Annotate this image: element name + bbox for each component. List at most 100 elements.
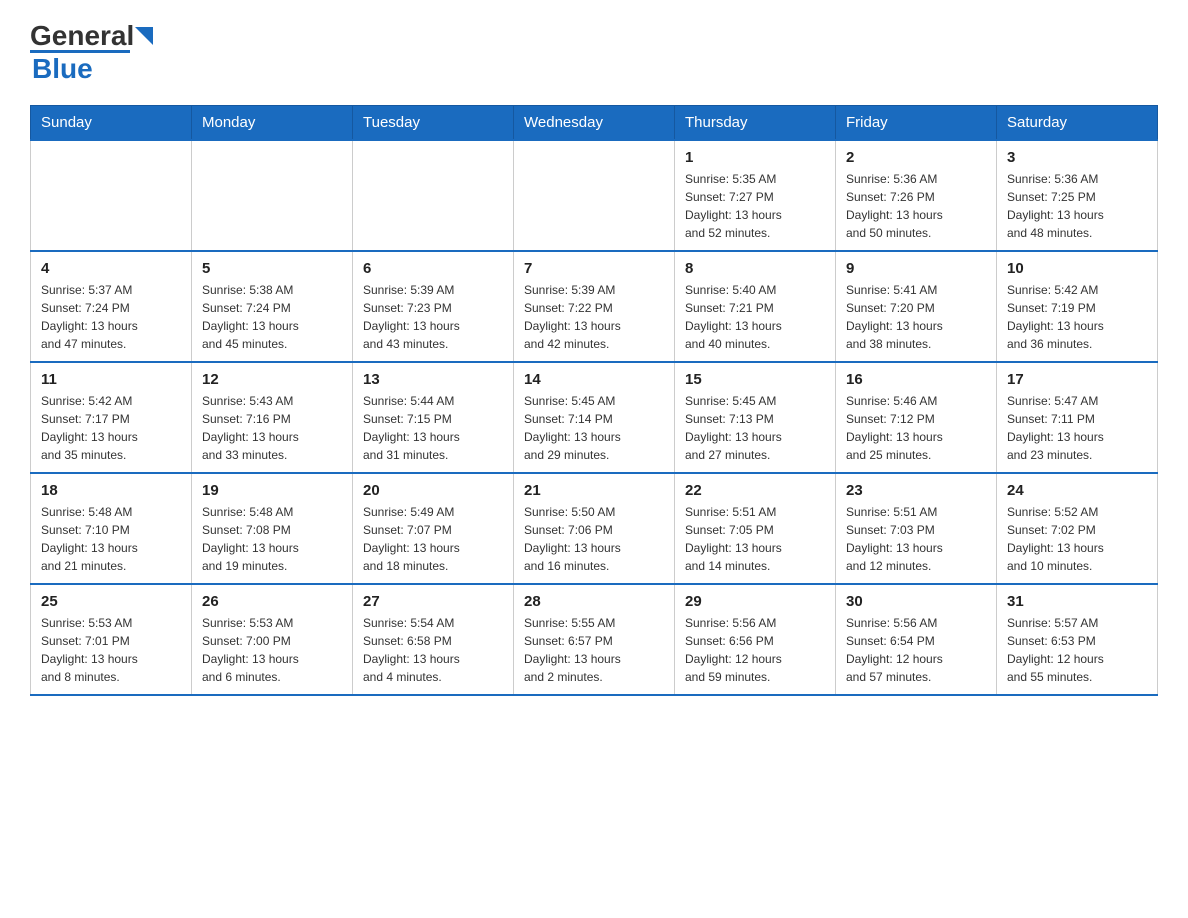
weekday-header-friday: Friday <box>836 106 997 141</box>
calendar-cell: 1 Sunrise: 5:35 AM Sunset: 7:27 PM Daylig… <box>675 140 836 251</box>
calendar-cell: 24 Sunrise: 5:52 AM Sunset: 7:02 PM Dayli… <box>997 473 1158 584</box>
day-info: Sunrise: 5:50 AM Sunset: 7:06 PM Dayligh… <box>524 503 664 575</box>
calendar-cell: 16 Sunrise: 5:46 AM Sunset: 7:12 PM Dayli… <box>836 362 997 473</box>
calendar-week-3: 11Sunrise: 5:42 AM Sunset: 7:17 PM Dayli… <box>31 362 1158 473</box>
calendar-cell: 6 Sunrise: 5:39 AM Sunset: 7:23 PM Daylig… <box>353 251 514 362</box>
day-info: Sunrise: 5:47 AM Sunset: 7:11 PM Dayligh… <box>1007 392 1147 464</box>
day-info: Sunrise: 5:44 AM Sunset: 7:15 PM Dayligh… <box>363 392 503 464</box>
calendar-cell: 2 Sunrise: 5:36 AM Sunset: 7:26 PM Daylig… <box>836 140 997 251</box>
day-info: Sunrise: 5:46 AM Sunset: 7:12 PM Dayligh… <box>846 392 986 464</box>
calendar-cell: 11Sunrise: 5:42 AM Sunset: 7:17 PM Dayli… <box>31 362 192 473</box>
calendar-cell: 28 Sunrise: 5:55 AM Sunset: 6:57 PM Dayli… <box>514 584 675 695</box>
day-number: 18 <box>41 482 181 499</box>
calendar-cell: 19 Sunrise: 5:48 AM Sunset: 7:08 PM Dayli… <box>192 473 353 584</box>
day-info: Sunrise: 5:53 AM Sunset: 7:01 PM Dayligh… <box>41 614 181 686</box>
day-number: 2 <box>846 149 986 166</box>
calendar-week-5: 25 Sunrise: 5:53 AM Sunset: 7:01 PM Dayli… <box>31 584 1158 695</box>
day-number: 27 <box>363 593 503 610</box>
calendar-cell: 22 Sunrise: 5:51 AM Sunset: 7:05 PM Dayli… <box>675 473 836 584</box>
calendar-cell: 18 Sunrise: 5:48 AM Sunset: 7:10 PM Dayli… <box>31 473 192 584</box>
day-number: 31 <box>1007 593 1147 610</box>
day-number: 15 <box>685 371 825 388</box>
day-info: Sunrise: 5:54 AM Sunset: 6:58 PM Dayligh… <box>363 614 503 686</box>
day-info: Sunrise: 5:49 AM Sunset: 7:07 PM Dayligh… <box>363 503 503 575</box>
calendar-cell: 7 Sunrise: 5:39 AM Sunset: 7:22 PM Daylig… <box>514 251 675 362</box>
calendar-cell: 26 Sunrise: 5:53 AM Sunset: 7:00 PM Dayli… <box>192 584 353 695</box>
calendar-cell: 14 Sunrise: 5:45 AM Sunset: 7:14 PM Dayli… <box>514 362 675 473</box>
day-info: Sunrise: 5:45 AM Sunset: 7:13 PM Dayligh… <box>685 392 825 464</box>
calendar-cell: 17 Sunrise: 5:47 AM Sunset: 7:11 PM Dayli… <box>997 362 1158 473</box>
day-number: 8 <box>685 260 825 277</box>
calendar-cell: 23 Sunrise: 5:51 AM Sunset: 7:03 PM Dayli… <box>836 473 997 584</box>
day-number: 3 <box>1007 149 1147 166</box>
day-info: Sunrise: 5:41 AM Sunset: 7:20 PM Dayligh… <box>846 281 986 353</box>
day-number: 12 <box>202 371 342 388</box>
day-info: Sunrise: 5:56 AM Sunset: 6:54 PM Dayligh… <box>846 614 986 686</box>
calendar-cell: 13 Sunrise: 5:44 AM Sunset: 7:15 PM Dayli… <box>353 362 514 473</box>
day-info: Sunrise: 5:51 AM Sunset: 7:05 PM Dayligh… <box>685 503 825 575</box>
day-number: 22 <box>685 482 825 499</box>
day-info: Sunrise: 5:52 AM Sunset: 7:02 PM Dayligh… <box>1007 503 1147 575</box>
calendar-cell: 10 Sunrise: 5:42 AM Sunset: 7:19 PM Dayli… <box>997 251 1158 362</box>
day-number: 28 <box>524 593 664 610</box>
calendar-cell: 5Sunrise: 5:38 AM Sunset: 7:24 PM Daylig… <box>192 251 353 362</box>
day-info: Sunrise: 5:42 AM Sunset: 7:19 PM Dayligh… <box>1007 281 1147 353</box>
day-number: 17 <box>1007 371 1147 388</box>
weekday-header-sunday: Sunday <box>31 106 192 141</box>
day-info: Sunrise: 5:35 AM Sunset: 7:27 PM Dayligh… <box>685 170 825 242</box>
day-info: Sunrise: 5:38 AM Sunset: 7:24 PM Dayligh… <box>202 281 342 353</box>
calendar-cell: 29Sunrise: 5:56 AM Sunset: 6:56 PM Dayli… <box>675 584 836 695</box>
day-number: 10 <box>1007 260 1147 277</box>
day-info: Sunrise: 5:55 AM Sunset: 6:57 PM Dayligh… <box>524 614 664 686</box>
calendar-cell: 15 Sunrise: 5:45 AM Sunset: 7:13 PM Dayli… <box>675 362 836 473</box>
calendar-cell: 27 Sunrise: 5:54 AM Sunset: 6:58 PM Dayli… <box>353 584 514 695</box>
day-info: Sunrise: 5:48 AM Sunset: 7:08 PM Dayligh… <box>202 503 342 575</box>
calendar-cell: 9Sunrise: 5:41 AM Sunset: 7:20 PM Daylig… <box>836 251 997 362</box>
day-number: 20 <box>363 482 503 499</box>
day-number: 6 <box>363 260 503 277</box>
day-number: 21 <box>524 482 664 499</box>
day-info: Sunrise: 5:43 AM Sunset: 7:16 PM Dayligh… <box>202 392 342 464</box>
calendar-cell: 3 Sunrise: 5:36 AM Sunset: 7:25 PM Daylig… <box>997 140 1158 251</box>
weekday-header-saturday: Saturday <box>997 106 1158 141</box>
day-number: 1 <box>685 149 825 166</box>
day-number: 25 <box>41 593 181 610</box>
day-number: 16 <box>846 371 986 388</box>
day-number: 11 <box>41 371 181 388</box>
day-number: 24 <box>1007 482 1147 499</box>
day-info: Sunrise: 5:36 AM Sunset: 7:26 PM Dayligh… <box>846 170 986 242</box>
calendar-cell: 31 Sunrise: 5:57 AM Sunset: 6:53 PM Dayli… <box>997 584 1158 695</box>
day-number: 7 <box>524 260 664 277</box>
day-info: Sunrise: 5:57 AM Sunset: 6:53 PM Dayligh… <box>1007 614 1147 686</box>
calendar-table: SundayMondayTuesdayWednesdayThursdayFrid… <box>30 105 1158 696</box>
calendar-week-2: 4 Sunrise: 5:37 AM Sunset: 7:24 PM Daylig… <box>31 251 1158 362</box>
calendar-week-1: 1 Sunrise: 5:35 AM Sunset: 7:27 PM Daylig… <box>31 140 1158 251</box>
logo-triangle-icon <box>135 27 157 45</box>
day-info: Sunrise: 5:45 AM Sunset: 7:14 PM Dayligh… <box>524 392 664 464</box>
calendar-cell: 20 Sunrise: 5:49 AM Sunset: 7:07 PM Dayli… <box>353 473 514 584</box>
day-number: 19 <box>202 482 342 499</box>
day-info: Sunrise: 5:39 AM Sunset: 7:23 PM Dayligh… <box>363 281 503 353</box>
weekday-header-thursday: Thursday <box>675 106 836 141</box>
calendar-cell: 30 Sunrise: 5:56 AM Sunset: 6:54 PM Dayli… <box>836 584 997 695</box>
calendar-week-4: 18 Sunrise: 5:48 AM Sunset: 7:10 PM Dayli… <box>31 473 1158 584</box>
day-info: Sunrise: 5:36 AM Sunset: 7:25 PM Dayligh… <box>1007 170 1147 242</box>
day-number: 23 <box>846 482 986 499</box>
day-info: Sunrise: 5:51 AM Sunset: 7:03 PM Dayligh… <box>846 503 986 575</box>
calendar-cell: 8Sunrise: 5:40 AM Sunset: 7:21 PM Daylig… <box>675 251 836 362</box>
calendar-cell <box>31 140 192 251</box>
logo-text: General <box>30 20 157 52</box>
calendar-cell: 12 Sunrise: 5:43 AM Sunset: 7:16 PM Dayli… <box>192 362 353 473</box>
day-number: 4 <box>41 260 181 277</box>
calendar-cell: 21 Sunrise: 5:50 AM Sunset: 7:06 PM Dayli… <box>514 473 675 584</box>
day-number: 26 <box>202 593 342 610</box>
weekday-header-monday: Monday <box>192 106 353 141</box>
day-info: Sunrise: 5:39 AM Sunset: 7:22 PM Dayligh… <box>524 281 664 353</box>
day-number: 14 <box>524 371 664 388</box>
day-info: Sunrise: 5:53 AM Sunset: 7:00 PM Dayligh… <box>202 614 342 686</box>
day-info: Sunrise: 5:48 AM Sunset: 7:10 PM Dayligh… <box>41 503 181 575</box>
day-info: Sunrise: 5:37 AM Sunset: 7:24 PM Dayligh… <box>41 281 181 353</box>
day-number: 29 <box>685 593 825 610</box>
day-number: 30 <box>846 593 986 610</box>
day-number: 13 <box>363 371 503 388</box>
